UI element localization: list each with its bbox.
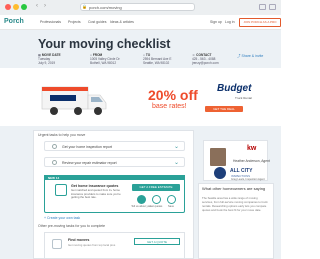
truck-icon (52, 239, 62, 249)
find-movers-title: Find movers (68, 238, 90, 242)
url-bar[interactable]: porch.com/moving (80, 3, 195, 11)
get-deal-button[interactable]: GET THE DEAL (205, 106, 243, 112)
share-invite-link[interactable]: ⤴ Share & invite (237, 54, 263, 59)
chevron-down-icon[interactable]: ⌄ (174, 143, 179, 150)
budget-logo: Budget (217, 83, 252, 94)
create-task-link[interactable]: + Create your own task (44, 216, 80, 220)
task-repair-estimator[interactable]: Review your repair estimator report ⌄ (44, 157, 185, 167)
testimonials-card (198, 183, 274, 259)
step-2-icon (152, 195, 161, 204)
find-movers-description: Get moving quotes from top local pros (68, 243, 116, 247)
keller-williams-logo: kw (247, 145, 257, 152)
ad-subtitle: base rates! (152, 103, 187, 110)
step-1-icon (137, 195, 146, 204)
nav-professionals[interactable]: Professionals (40, 20, 61, 24)
task-label: Get your home inspection report (62, 145, 112, 149)
ad-discount: 20% off (148, 87, 198, 103)
to-address-info: ⌂ TO 2594 Bernard Ave E Seattle, WA 9810… (143, 53, 171, 65)
maximize-window-button[interactable] (21, 4, 27, 10)
share-icon: ⤴ (237, 54, 241, 58)
insurance-tag: NEW 14 (48, 175, 60, 180)
get-quote-button[interactable]: GET A QUOTE (134, 238, 180, 245)
porch-logo[interactable]: Porch (4, 18, 24, 25)
step-3-icon (167, 195, 176, 204)
agent-name[interactable]: Heather Anderson, Agent (233, 159, 270, 163)
page-title: Your moving checklist (38, 37, 171, 51)
inspection-agent-name[interactable]: Greg Lewis, Inspection Agent (231, 178, 265, 181)
urgent-tasks-heading: Urgent tasks to help you move (38, 133, 86, 137)
from-address-info: ⌂ FROM 1005 Valley Circle Dr Bothell, WA… (90, 53, 120, 65)
nav-log-in[interactable]: Log in (225, 20, 235, 24)
move-date-value: July 9, 2019 (38, 61, 56, 65)
other-tasks-heading: Other pre-moving tasks for you to comple… (38, 224, 106, 228)
back-arrow-icon[interactable]: ‹ (36, 3, 38, 9)
close-window-button[interactable] (5, 4, 11, 10)
contact-email: jrenzy@porch.com (192, 61, 219, 65)
task-home-inspection[interactable]: Get your home inspection report ⌄ (44, 141, 185, 151)
nav-cost-guides[interactable]: Cost guides (88, 20, 106, 24)
from-address-line2: Bothell, WA 98012 (90, 61, 117, 65)
insurance-description: Get matched and quoted from 3+ home insu… (71, 188, 121, 199)
to-address-line2: Seattle, WA 98102 (143, 61, 170, 65)
testimonials-body: The Seattle area has a wide range of mov… (202, 196, 268, 212)
checkbox-icon[interactable] (52, 144, 57, 149)
share-invite-label: Share & invite (241, 54, 264, 58)
lock-icon: 🔒 (82, 4, 87, 9)
agent-avatar (210, 148, 226, 166)
nav-ideas-articles[interactable]: Ideas & articles (110, 20, 134, 24)
contact-info: ☺ CONTACT 425 - 563 - 4088 jrenzy@porch.… (192, 53, 219, 65)
step-3-label: Save (168, 205, 174, 208)
nav-sign-up[interactable]: Sign up (210, 20, 222, 24)
share-icon[interactable] (259, 4, 266, 10)
moving-truck-image (41, 86, 107, 115)
chevron-down-icon[interactable]: ⌄ (174, 159, 179, 166)
insurance-card-header (44, 175, 185, 180)
testimonials-title: What other homeowners are saying (202, 186, 266, 191)
budget-logo-subtitle: Truck Rental (235, 96, 252, 100)
free-estimate-button[interactable]: GET A FREE ESTIMATE (132, 184, 180, 191)
forward-arrow-icon[interactable]: › (44, 3, 46, 9)
minimize-window-button[interactable] (13, 4, 19, 10)
nav-projects[interactable]: Projects (68, 20, 81, 24)
move-date-info: ▦ MOVE DATE Tuesday July 9, 2019 (38, 53, 61, 65)
join-pro-button[interactable]: JOIN PORCH AS A PRO (239, 18, 281, 27)
inspection-logo-icon (214, 167, 226, 179)
tabs-icon[interactable] (269, 4, 276, 10)
checkbox-icon[interactable] (52, 160, 57, 165)
task-label: Review your repair estimator report (62, 161, 117, 165)
insurance-document-icon (55, 184, 67, 196)
